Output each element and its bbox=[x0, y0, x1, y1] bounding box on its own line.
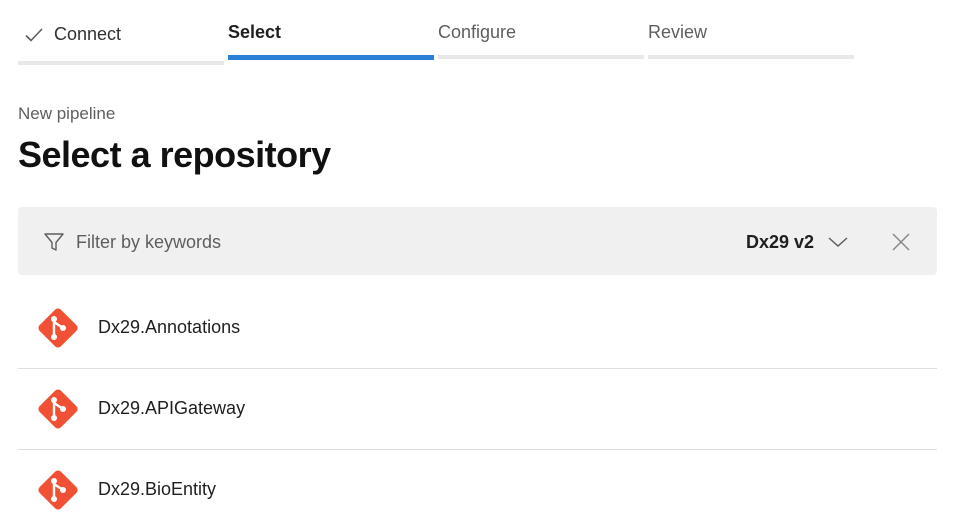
filter-input[interactable] bbox=[76, 227, 676, 257]
step-review[interactable]: Review bbox=[648, 0, 854, 66]
step-review-label: Review bbox=[648, 22, 708, 42]
step-review-bar bbox=[648, 55, 854, 59]
chevron-down-icon bbox=[828, 237, 848, 248]
organization-dropdown[interactable]: Dx29 v2 bbox=[746, 229, 848, 255]
repository-item[interactable]: Dx29.Annotations bbox=[18, 288, 937, 369]
git-repo-icon bbox=[38, 470, 78, 510]
step-select-bar bbox=[228, 55, 434, 60]
step-select[interactable]: Select bbox=[228, 0, 434, 66]
filter-bar: Dx29 v2 bbox=[18, 207, 937, 275]
step-configure-label: Configure bbox=[438, 22, 517, 42]
repository-list: Dx29.Annotations Dx29.APIGateway Dx29.Bi… bbox=[18, 288, 937, 531]
wizard-steps: Connect Select Configure Review bbox=[18, 0, 858, 66]
git-repo-icon bbox=[38, 308, 78, 348]
checkmark-icon bbox=[25, 27, 43, 42]
step-configure-bar bbox=[438, 55, 644, 59]
repository-name: Dx29.BioEntity bbox=[98, 479, 217, 499]
step-connect-label: Connect bbox=[54, 24, 122, 44]
repository-item[interactable]: Dx29.BioEntity bbox=[18, 450, 937, 531]
repository-item[interactable]: Dx29.APIGateway bbox=[18, 369, 937, 450]
page-subtitle: New pipeline bbox=[18, 104, 116, 123]
filter-icon bbox=[44, 233, 64, 251]
step-configure[interactable]: Configure bbox=[438, 0, 644, 66]
repository-name: Dx29.APIGateway bbox=[98, 398, 246, 418]
close-icon[interactable] bbox=[890, 231, 912, 253]
step-connect-bar bbox=[18, 61, 224, 65]
page-title: Select a repository bbox=[18, 134, 331, 175]
git-repo-icon bbox=[38, 389, 78, 429]
repository-name: Dx29.Annotations bbox=[98, 317, 241, 337]
organization-label: Dx29 v2 bbox=[746, 231, 815, 252]
step-connect[interactable]: Connect bbox=[18, 0, 224, 66]
step-select-label: Select bbox=[228, 22, 282, 42]
